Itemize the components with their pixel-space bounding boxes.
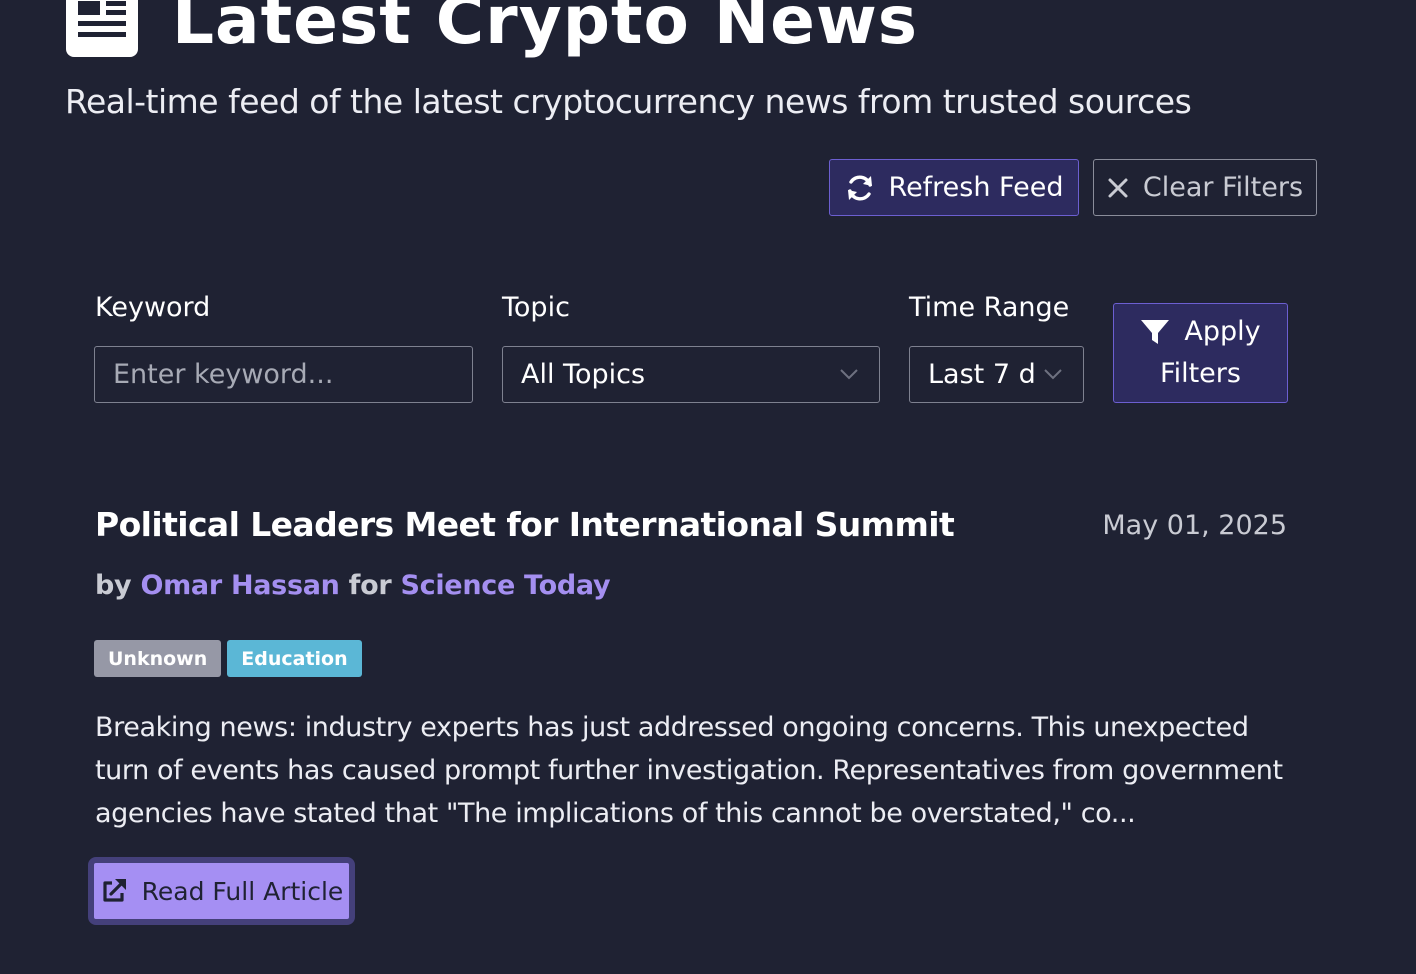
page-header: Latest Crypto News [64,0,918,66]
page-subtitle: Real-time feed of the latest cryptocurre… [65,82,1192,121]
article-byline: by Omar Hassan for Science Today [95,570,611,601]
clear-filters-button[interactable]: Clear Filters [1093,159,1317,216]
external-link-icon [103,879,126,902]
article-title: Political Leaders Meet for International… [95,505,955,544]
topic-badge: Education [227,640,362,677]
apply-filters-label-line2: Filters [1160,358,1241,389]
refresh-feed-button[interactable]: Refresh Feed [829,159,1079,216]
article-date: May 01, 2025 [1102,510,1287,541]
topic-select[interactable]: All Topics [502,346,880,403]
topic-selected-value: All Topics [521,359,646,390]
filter-icon [1141,320,1170,344]
time-range-label: Time Range [909,292,1070,323]
close-icon [1108,178,1128,197]
byline-for: for [348,570,392,601]
chevron-down-icon [839,367,859,381]
apply-filters-button[interactable]: Apply Filters [1113,303,1288,403]
news-page: Latest Crypto News Real-time feed of the… [0,0,1416,974]
clear-filters-label: Clear Filters [1142,172,1304,203]
author-link[interactable]: Omar Hassan [140,570,339,601]
article-badges: Unknown Education [94,640,368,677]
chevron-down-icon [1043,367,1063,381]
byline-prefix: by [95,570,132,601]
read-full-article-label: Read Full Article [141,876,344,906]
source-link[interactable]: Science Today [401,570,611,601]
keyword-input[interactable] [113,359,472,390]
apply-filters-label-line1: Apply [1184,316,1261,347]
article-summary: Breaking news: industry experts has just… [95,712,1283,829]
topic-label: Topic [502,292,570,323]
time-range-selected-value: Last 7 days [928,359,1034,390]
read-full-article-button[interactable]: Read Full Article [88,857,355,925]
refresh-icon [847,174,872,201]
refresh-feed-label: Refresh Feed [888,172,1064,203]
sentiment-badge: Unknown [94,640,222,677]
keyword-field[interactable] [94,346,473,403]
time-range-select[interactable]: Last 7 days [909,346,1084,403]
page-title: Latest Crypto News [172,0,919,59]
newspaper-icon [64,0,140,59]
keyword-label: Keyword [95,292,211,323]
